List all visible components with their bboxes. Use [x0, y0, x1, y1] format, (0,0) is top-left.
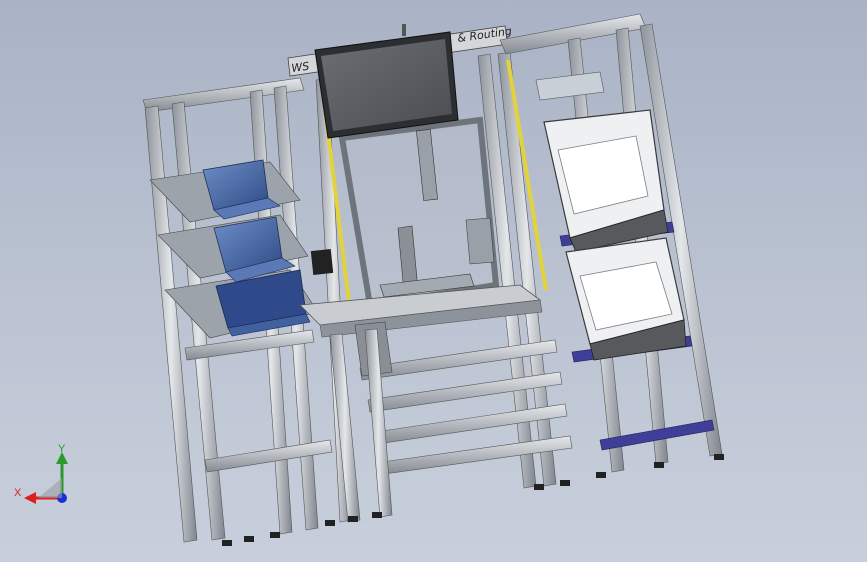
antenna-icon — [402, 24, 406, 36]
control-box[interactable] — [310, 249, 334, 275]
workstation-model[interactable]: WS & Routing Y X — [0, 0, 867, 562]
storage-crate-upper[interactable] — [543, 109, 669, 253]
signboard-left-text: WS — [291, 60, 311, 75]
triad-y-label: Y — [58, 443, 66, 455]
storage-crate-lower[interactable] — [565, 237, 687, 361]
axis-triad: Y X — [14, 443, 68, 504]
cad-viewport[interactable]: WS & Routing Y X — [0, 0, 867, 562]
leveling-feet — [222, 454, 724, 546]
hmi-monitor[interactable] — [314, 24, 459, 139]
triad-x-label: X — [14, 487, 22, 499]
